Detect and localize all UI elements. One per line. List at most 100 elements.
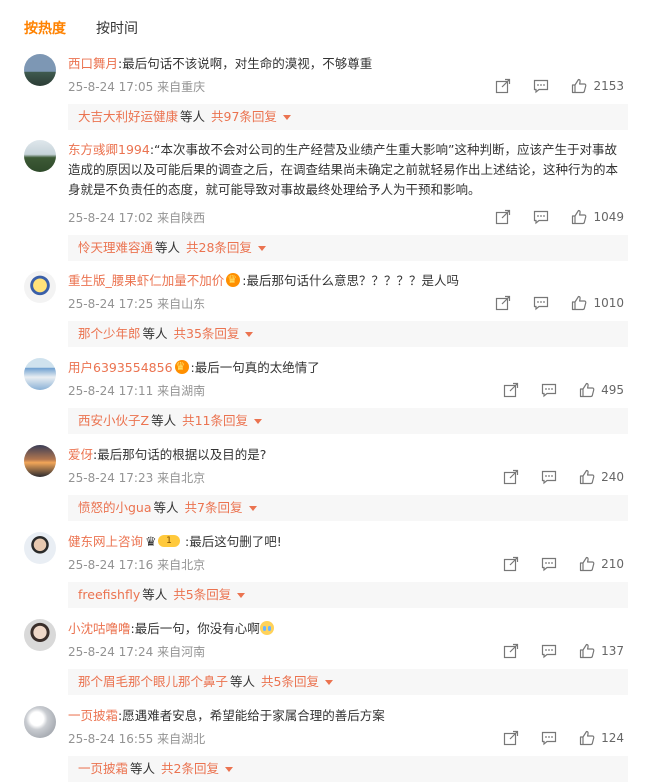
avatar[interactable] (24, 619, 56, 651)
reply-summary: 一页披霜 等人 共2条回复 (68, 756, 628, 782)
share-icon[interactable] (495, 78, 511, 94)
reply-etc-label: 等人 (153, 500, 179, 515)
comment-body: :最后那句话的根据以及目的是? (93, 447, 267, 462)
comment-body: :愿遇难者安息，希望能给于家属合理的善后方案 (118, 708, 385, 723)
tab-by-time[interactable]: 按时间 (96, 20, 138, 38)
chevron-down-icon[interactable] (237, 593, 246, 598)
share-icon[interactable] (495, 209, 511, 225)
chevron-down-icon[interactable] (324, 680, 333, 685)
comment-meta: 25-8-24 17:24 来自河南 (68, 644, 205, 660)
reply-count-button[interactable]: 共28条回复 (186, 240, 252, 255)
comment-icon[interactable] (533, 295, 549, 311)
avatar[interactable] (24, 54, 56, 86)
reply-count-button[interactable]: 共2条回复 (161, 761, 219, 776)
like-count: 124 (601, 731, 624, 745)
like-count: 137 (601, 644, 624, 658)
comment-text: 用户6393554856:最后一句真的太绝情了 (68, 357, 628, 378)
like-icon[interactable] (579, 643, 595, 659)
comment-actions: 495 (481, 381, 624, 399)
like-count: 240 (601, 470, 624, 484)
comment-username[interactable]: 健东网上咨询 (68, 534, 143, 549)
chevron-down-icon[interactable] (254, 419, 262, 424)
share-icon[interactable] (503, 643, 519, 659)
like-count: 1010 (593, 296, 624, 310)
comment-meta: 25-8-24 17:02 来自陕西 (68, 210, 205, 226)
reply-username[interactable]: 大吉大利好运健康 (78, 109, 178, 124)
vip-crown-icon (174, 357, 189, 377)
comment-location: 来自北京 (157, 558, 206, 572)
comment-date: 25-8-24 17:05 (68, 80, 154, 94)
chevron-down-icon[interactable] (248, 506, 257, 511)
reply-count-button[interactable]: 共7条回复 (185, 500, 243, 515)
avatar[interactable] (24, 706, 56, 738)
share-icon[interactable] (503, 556, 519, 572)
reply-count-button[interactable]: 共97条回复 (211, 109, 277, 124)
like-icon[interactable] (571, 209, 587, 225)
avatar[interactable] (24, 532, 56, 564)
comment-icon[interactable] (541, 643, 557, 659)
comment-username[interactable]: 重生版_腰果虾仁加量不加价 (68, 273, 224, 288)
like-icon[interactable] (579, 469, 595, 485)
comment-location: 来自湖南 (157, 384, 206, 398)
reply-username[interactable]: 愤怒的小gua (78, 500, 152, 515)
chevron-down-icon[interactable] (224, 767, 233, 772)
comment-icon[interactable] (533, 209, 549, 225)
share-icon[interactable] (503, 730, 519, 746)
chevron-down-icon[interactable] (282, 115, 291, 120)
reply-username[interactable]: 西安小伙子Z (78, 413, 149, 428)
like-icon[interactable] (571, 78, 587, 94)
like-count: 1049 (593, 210, 624, 224)
like-icon[interactable] (579, 556, 595, 572)
comment-username[interactable]: 西口舞月 (68, 56, 118, 71)
share-icon[interactable] (495, 295, 511, 311)
comment-icon[interactable] (541, 730, 557, 746)
reply-username[interactable]: 那个眉毛那个眼儿那个鼻子 (78, 674, 228, 689)
comment-icon[interactable] (533, 78, 549, 94)
reply-summary: 大吉大利好运健康 等人 共97条回复 (68, 104, 628, 130)
reply-etc-label: 等人 (142, 587, 168, 602)
share-icon[interactable] (503, 382, 519, 398)
comment-icon[interactable] (541, 469, 557, 485)
reply-username[interactable]: 那个少年郎 (78, 326, 141, 341)
comment-icon[interactable] (541, 382, 557, 398)
reply-summary: 那个少年郎 等人 共35条回复 (68, 321, 628, 347)
comment-actions: 1010 (473, 294, 624, 312)
comment-meta: 25-8-24 17:23 来自北京 (68, 470, 205, 486)
comment-body: :最后那句话什么意思？？？？？是人吗 (242, 273, 459, 288)
comment-location: 来自陕西 (157, 211, 206, 225)
comment-username[interactable]: 小沈咕噜噜 (68, 621, 131, 636)
comment-date: 25-8-24 16:55 (68, 732, 154, 746)
like-icon[interactable] (579, 382, 595, 398)
comment-icon[interactable] (541, 556, 557, 572)
comment-username[interactable]: 用户6393554856 (68, 360, 173, 375)
reply-count-button[interactable]: 共11条回复 (182, 413, 248, 428)
avatar[interactable] (24, 140, 56, 172)
reply-username[interactable]: 怜天理难容通 (78, 240, 153, 255)
comment-actions: 124 (481, 729, 624, 747)
reply-count-button[interactable]: 共5条回复 (261, 674, 319, 689)
reply-count-button[interactable]: 共35条回复 (174, 326, 240, 341)
avatar[interactable] (24, 358, 56, 390)
reply-username[interactable]: 一页披霜 (78, 761, 128, 776)
comment-username[interactable]: 东方彧卿1994 (68, 142, 150, 157)
tab-by-hotness[interactable]: 按热度 (24, 20, 66, 38)
comment-text: 健东网上咨询 ♛ 1:最后这句删了吧! (68, 532, 628, 552)
like-icon[interactable] (579, 730, 595, 746)
reply-etc-label: 等人 (151, 413, 177, 428)
sort-tabs: 按热度 按时间 (0, 0, 650, 48)
comment-username[interactable]: 爱伢 (68, 447, 93, 462)
reply-summary: freefishfly 等人 共5条回复 (68, 582, 628, 608)
share-icon[interactable] (503, 469, 519, 485)
reply-username[interactable]: freefishfly (78, 587, 140, 602)
chevron-down-icon[interactable] (257, 246, 266, 251)
comment-text: 东方彧卿1994:“本次事故不会对公司的生产经营及业绩产生重大影响”这种判断，应… (68, 140, 628, 200)
comment-date: 25-8-24 17:16 (68, 558, 154, 572)
comment-username[interactable]: 一页披霜 (68, 708, 118, 723)
chevron-down-icon[interactable] (245, 332, 254, 337)
avatar[interactable] (24, 445, 56, 477)
comment-actions: 137 (481, 642, 624, 660)
reply-count-button[interactable]: 共5条回复 (173, 587, 231, 602)
like-icon[interactable] (571, 295, 587, 311)
comment-location: 来自河南 (157, 645, 206, 659)
avatar[interactable] (24, 271, 56, 303)
